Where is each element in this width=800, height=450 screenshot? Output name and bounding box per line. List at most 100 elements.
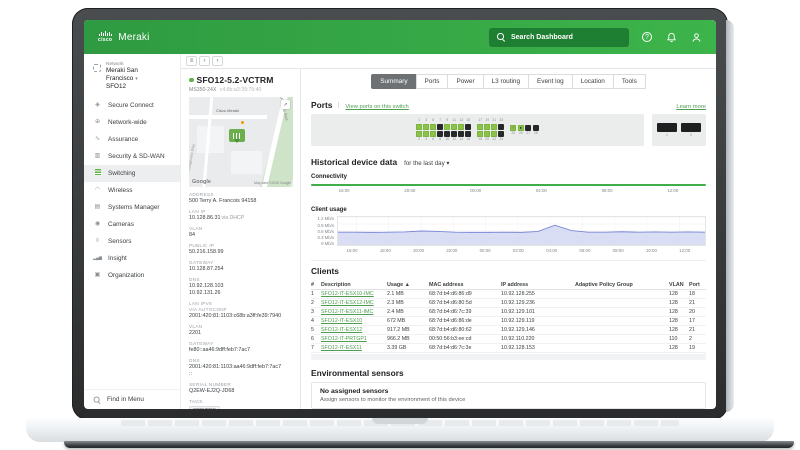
- sidebar-item-assurance[interactable]: Assurance: [84, 131, 180, 148]
- device-tag-chip: SERVERS: [189, 405, 220, 409]
- sidebar-item-cameras[interactable]: Cameras: [84, 216, 180, 233]
- notifications-icon[interactable]: [666, 32, 677, 43]
- sensors-empty-title: No assigned sensors: [320, 387, 389, 395]
- device-tabs: Summary Ports Power L3 routing Event log…: [311, 74, 706, 89]
- clients-header-cell[interactable]: Port: [689, 282, 707, 288]
- clients-header-cell[interactable]: MAC address: [429, 282, 501, 288]
- clients-header-cell[interactable]: Usage ▲: [387, 282, 429, 288]
- switch-port[interactable]: [465, 123, 472, 130]
- tab-location[interactable]: Location: [571, 74, 614, 89]
- switch-port[interactable]: [491, 130, 498, 137]
- clients-header-cell[interactable]: Description: [321, 282, 387, 288]
- clients-header-cell[interactable]: Adaptive Policy Group: [575, 282, 669, 288]
- client-link[interactable]: SFO12-IT-ESX11: [321, 345, 387, 351]
- client-port: 20: [689, 309, 695, 315]
- sidebar-item-organization[interactable]: Organization: [84, 267, 180, 284]
- switch-port[interactable]: [465, 130, 472, 137]
- switch-port[interactable]: [477, 123, 484, 130]
- switch-port[interactable]: [451, 123, 458, 130]
- device-field-value: 500 Terry A. Francois 94158: [189, 198, 257, 205]
- port-column: 17 18: [477, 118, 484, 142]
- switch-port[interactable]: [498, 123, 505, 130]
- sidebar-item-sensors[interactable]: Sensors: [84, 233, 180, 250]
- google-logo[interactable]: Google: [192, 179, 211, 185]
- tab-l3-routing[interactable]: L3 routing: [482, 74, 530, 89]
- switch-port[interactable]: [430, 123, 437, 130]
- switch-port[interactable]: [451, 130, 458, 137]
- client-link[interactable]: SFO12-IT-ESX11-IMC: [321, 309, 387, 315]
- switch-port[interactable]: [458, 130, 465, 137]
- sidebar-item-insight[interactable]: Insight: [84, 250, 180, 267]
- globe-icon: [93, 119, 102, 125]
- client-link[interactable]: SFO12-IT-ESX12-IMC: [321, 300, 387, 306]
- client-row: 6 SFO12-IT-PRTGP1 966.2 MB 00:50:56:b3:e…: [311, 335, 706, 344]
- clients-header-cell[interactable]: #: [311, 282, 321, 288]
- device-map[interactable]: Cisco Meraki Terry A Francois Blvd Bridg…: [189, 97, 293, 187]
- sensors-empty-desc: Assign sensors to monitor the environmen…: [320, 396, 466, 403]
- next-device-button[interactable]: ›: [212, 56, 223, 66]
- devices-icon: [93, 204, 102, 210]
- meraki-wordmark[interactable]: Meraki: [118, 32, 149, 43]
- client-ip: 10.92.128.255: [501, 291, 535, 298]
- clients-header-cell[interactable]: VLAN: [669, 282, 689, 288]
- switch-port[interactable]: [423, 123, 430, 130]
- switch-port[interactable]: [458, 123, 465, 130]
- learn-more-link[interactable]: Learn more: [676, 104, 706, 110]
- switch-port[interactable]: [484, 130, 491, 137]
- account-icon[interactable]: [691, 32, 702, 43]
- tab-tools[interactable]: Tools: [612, 74, 646, 89]
- switch-port[interactable]: [491, 123, 498, 130]
- x-tick: 20:00: [413, 248, 425, 254]
- sfp-port[interactable]: [532, 124, 539, 131]
- main-content: Summary Ports Power L3 routing Event log…: [301, 69, 716, 409]
- sidebar-item-secure-connect[interactable]: Secure Connect: [84, 97, 180, 114]
- sidebar-item-network-wide[interactable]: Network-wide: [84, 114, 180, 131]
- device-location-marker[interactable]: [228, 129, 245, 143]
- switch-port[interactable]: [444, 130, 451, 137]
- sidebar-item-label: Sensors: [108, 237, 132, 245]
- sfp-port[interactable]: ↑: [510, 124, 517, 131]
- sidebar-item-switching[interactable]: Switching: [84, 164, 180, 182]
- client-vlan: 128: [669, 326, 678, 333]
- help-icon[interactable]: [642, 32, 652, 42]
- client-link[interactable]: SFO12-IT-PRTGP1: [321, 336, 387, 342]
- client-link[interactable]: SFO12-IT-ESX10-IMC: [321, 291, 387, 297]
- client-port: 21: [689, 326, 695, 333]
- view-ports-link[interactable]: View ports on this switch: [345, 104, 408, 110]
- cisco-logo[interactable]: cisco: [98, 31, 112, 43]
- device-list-button[interactable]: ≡: [186, 56, 197, 66]
- switch-port[interactable]: [437, 130, 444, 137]
- prev-device-button[interactable]: ‹: [199, 56, 210, 66]
- tab-summary[interactable]: Summary: [371, 74, 417, 89]
- tab-ports[interactable]: Ports: [415, 74, 449, 89]
- tab-power[interactable]: Power: [447, 74, 484, 89]
- switch-port[interactable]: [430, 130, 437, 137]
- x-axis-labels: 16:00 18:00 20:00 22:00 00:00 02:00 04:0…: [311, 248, 706, 253]
- switch-port[interactable]: [484, 123, 491, 130]
- client-link[interactable]: SFO12-IT-ESX12: [321, 327, 387, 333]
- sidebar-item-systems-manager[interactable]: Systems Manager: [84, 199, 180, 216]
- sidebar-item-security-sd-wan[interactable]: Security & SD-WAN: [84, 148, 180, 165]
- tab-event-log[interactable]: Event log: [528, 74, 573, 89]
- switch-port[interactable]: [498, 130, 505, 137]
- connectivity-bar: [311, 184, 706, 187]
- switch-port[interactable]: [477, 130, 484, 137]
- map-expand-button[interactable]: ↗: [281, 100, 290, 109]
- port-column: 3 4: [423, 118, 430, 142]
- find-in-menu[interactable]: Find in Menu: [84, 389, 180, 409]
- search-input[interactable]: Search Dashboard: [489, 27, 629, 47]
- clients-header-cell[interactable]: IP address: [501, 282, 575, 288]
- switch-port[interactable]: [416, 123, 423, 130]
- time-range-dropdown[interactable]: for the last day ▾: [404, 160, 449, 167]
- switch-port[interactable]: [416, 130, 423, 137]
- sidebar-item-wireless[interactable]: Wireless: [84, 182, 180, 199]
- sidebar-item-label: Network-wide: [108, 118, 147, 126]
- sfp-port[interactable]: [525, 124, 532, 131]
- switch-port[interactable]: [423, 130, 430, 137]
- sfp-port[interactable]: ●: [517, 124, 524, 131]
- network-selector[interactable]: Network Meraki San Francisco ▾ SFO12: [84, 59, 180, 97]
- client-link[interactable]: SFO12-IT-ESX10: [321, 318, 387, 324]
- switch-ports-panel: 1 2 3 4 5 6 7 8 9 10 11 12 13 14 15 16 1…: [311, 114, 644, 146]
- switch-port[interactable]: [437, 123, 444, 130]
- switch-port[interactable]: [444, 123, 451, 130]
